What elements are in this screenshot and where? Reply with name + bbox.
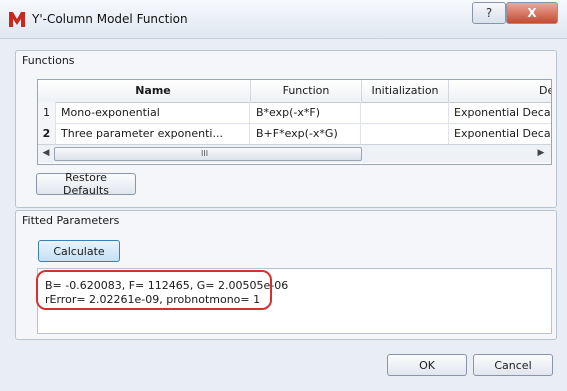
- close-icon: X: [527, 6, 537, 20]
- functions-group-title: Functions: [22, 54, 75, 67]
- help-icon: ?: [485, 6, 493, 20]
- help-button[interactable]: ?: [472, 2, 506, 24]
- description-cell[interactable]: Exponential Decay (e.g: [449, 102, 551, 123]
- restore-defaults-button[interactable]: Restore Defaults: [36, 171, 136, 197]
- functions-table: Name Function Initialization Descriptio …: [37, 79, 552, 165]
- title-bar: Y'-Column Model Function ? X: [0, 0, 567, 39]
- horizontal-scrollbar[interactable]: ◀ III ▶: [38, 144, 551, 163]
- scroll-left-arrow-icon[interactable]: ◀: [40, 147, 52, 160]
- calculate-button[interactable]: Calculate: [38, 240, 120, 262]
- column-header-name[interactable]: Name: [56, 80, 251, 102]
- row-number: 1: [38, 102, 56, 123]
- close-button[interactable]: X: [506, 2, 558, 24]
- cancel-button[interactable]: Cancel: [473, 354, 553, 376]
- function-cell[interactable]: B+F*exp(-x*G): [251, 123, 361, 144]
- initialization-cell[interactable]: [362, 102, 449, 123]
- column-header-description[interactable]: Descriptio: [449, 80, 551, 102]
- table-row[interactable]: 1 Mono-exponential B*exp(-x*F) Exponenti…: [38, 102, 551, 124]
- table-row[interactable]: 2 Three parameter exponenti... B+F*exp(-…: [38, 123, 551, 145]
- description-cell[interactable]: Exponential Decay wit: [449, 123, 551, 144]
- row-number: 2: [38, 123, 56, 144]
- column-header-initialization[interactable]: Initialization: [362, 80, 449, 102]
- table-header: Name Function Initialization Descriptio: [38, 80, 551, 103]
- function-cell[interactable]: B*exp(-x*F): [251, 102, 361, 123]
- window-title: Y'-Column Model Function: [32, 12, 188, 26]
- initialization-cell[interactable]: [362, 123, 449, 144]
- column-header-function[interactable]: Function: [251, 80, 362, 102]
- scroll-grip-icon: III: [201, 149, 209, 158]
- name-cell[interactable]: Three parameter exponenti...: [56, 123, 250, 144]
- scroll-right-arrow-icon[interactable]: ▶: [535, 147, 547, 160]
- name-cell[interactable]: Mono-exponential: [56, 102, 250, 123]
- highlight-annotation: [36, 270, 272, 310]
- app-logo-icon: [9, 12, 25, 27]
- ok-button[interactable]: OK: [387, 354, 467, 376]
- fitted-parameters-title: Fitted Parameters: [22, 214, 120, 227]
- scroll-thumb[interactable]: III: [54, 147, 362, 161]
